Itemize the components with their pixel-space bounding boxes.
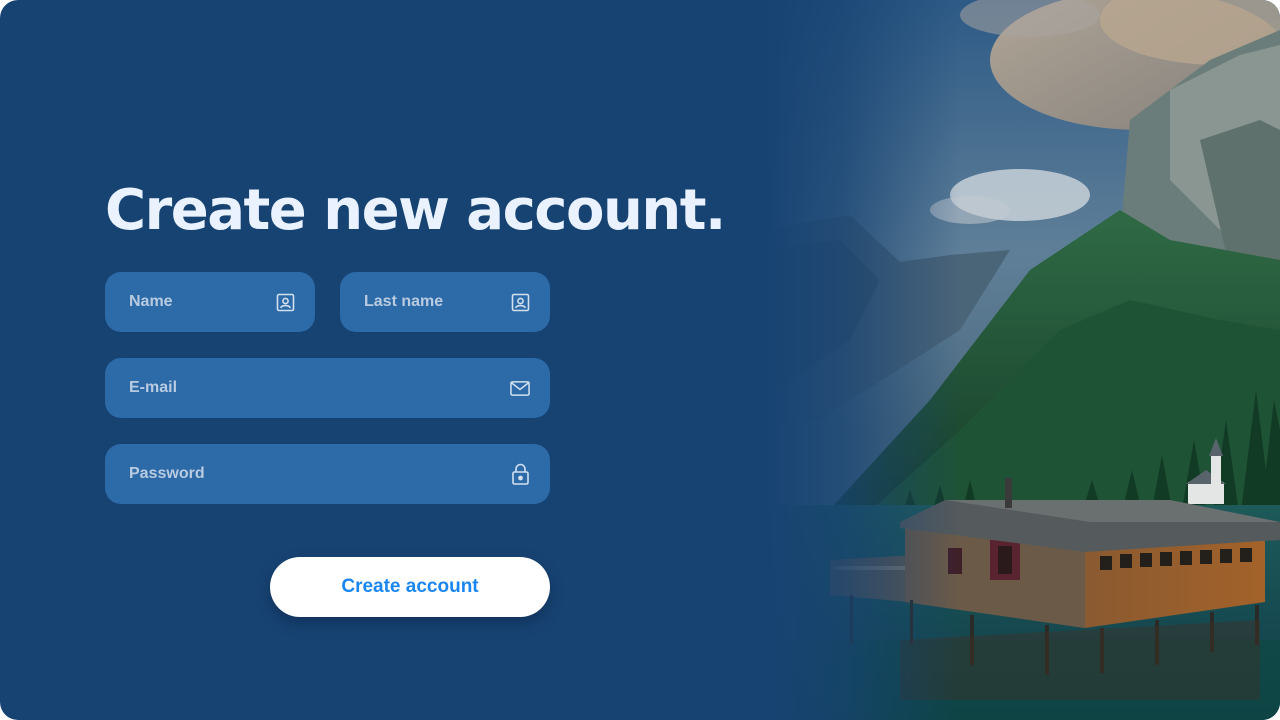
first-name-input[interactable] xyxy=(129,293,275,311)
last-name-field[interactable] xyxy=(340,272,550,332)
password-input[interactable] xyxy=(129,465,510,483)
password-field[interactable] xyxy=(105,444,550,504)
email-input[interactable] xyxy=(129,379,510,397)
contact-card-icon xyxy=(510,292,530,312)
envelope-icon xyxy=(510,378,530,398)
page-title: Create new account. xyxy=(105,178,726,243)
lock-icon xyxy=(510,463,530,485)
signup-card: Create new account. Name Last name E-mai… xyxy=(0,0,1280,720)
last-name-input[interactable] xyxy=(364,293,510,311)
email-field[interactable] xyxy=(105,358,550,418)
contact-card-icon xyxy=(275,292,295,312)
create-account-button[interactable]: Create account xyxy=(270,557,550,617)
landscape-image xyxy=(700,0,1280,720)
first-name-field[interactable] xyxy=(105,272,315,332)
